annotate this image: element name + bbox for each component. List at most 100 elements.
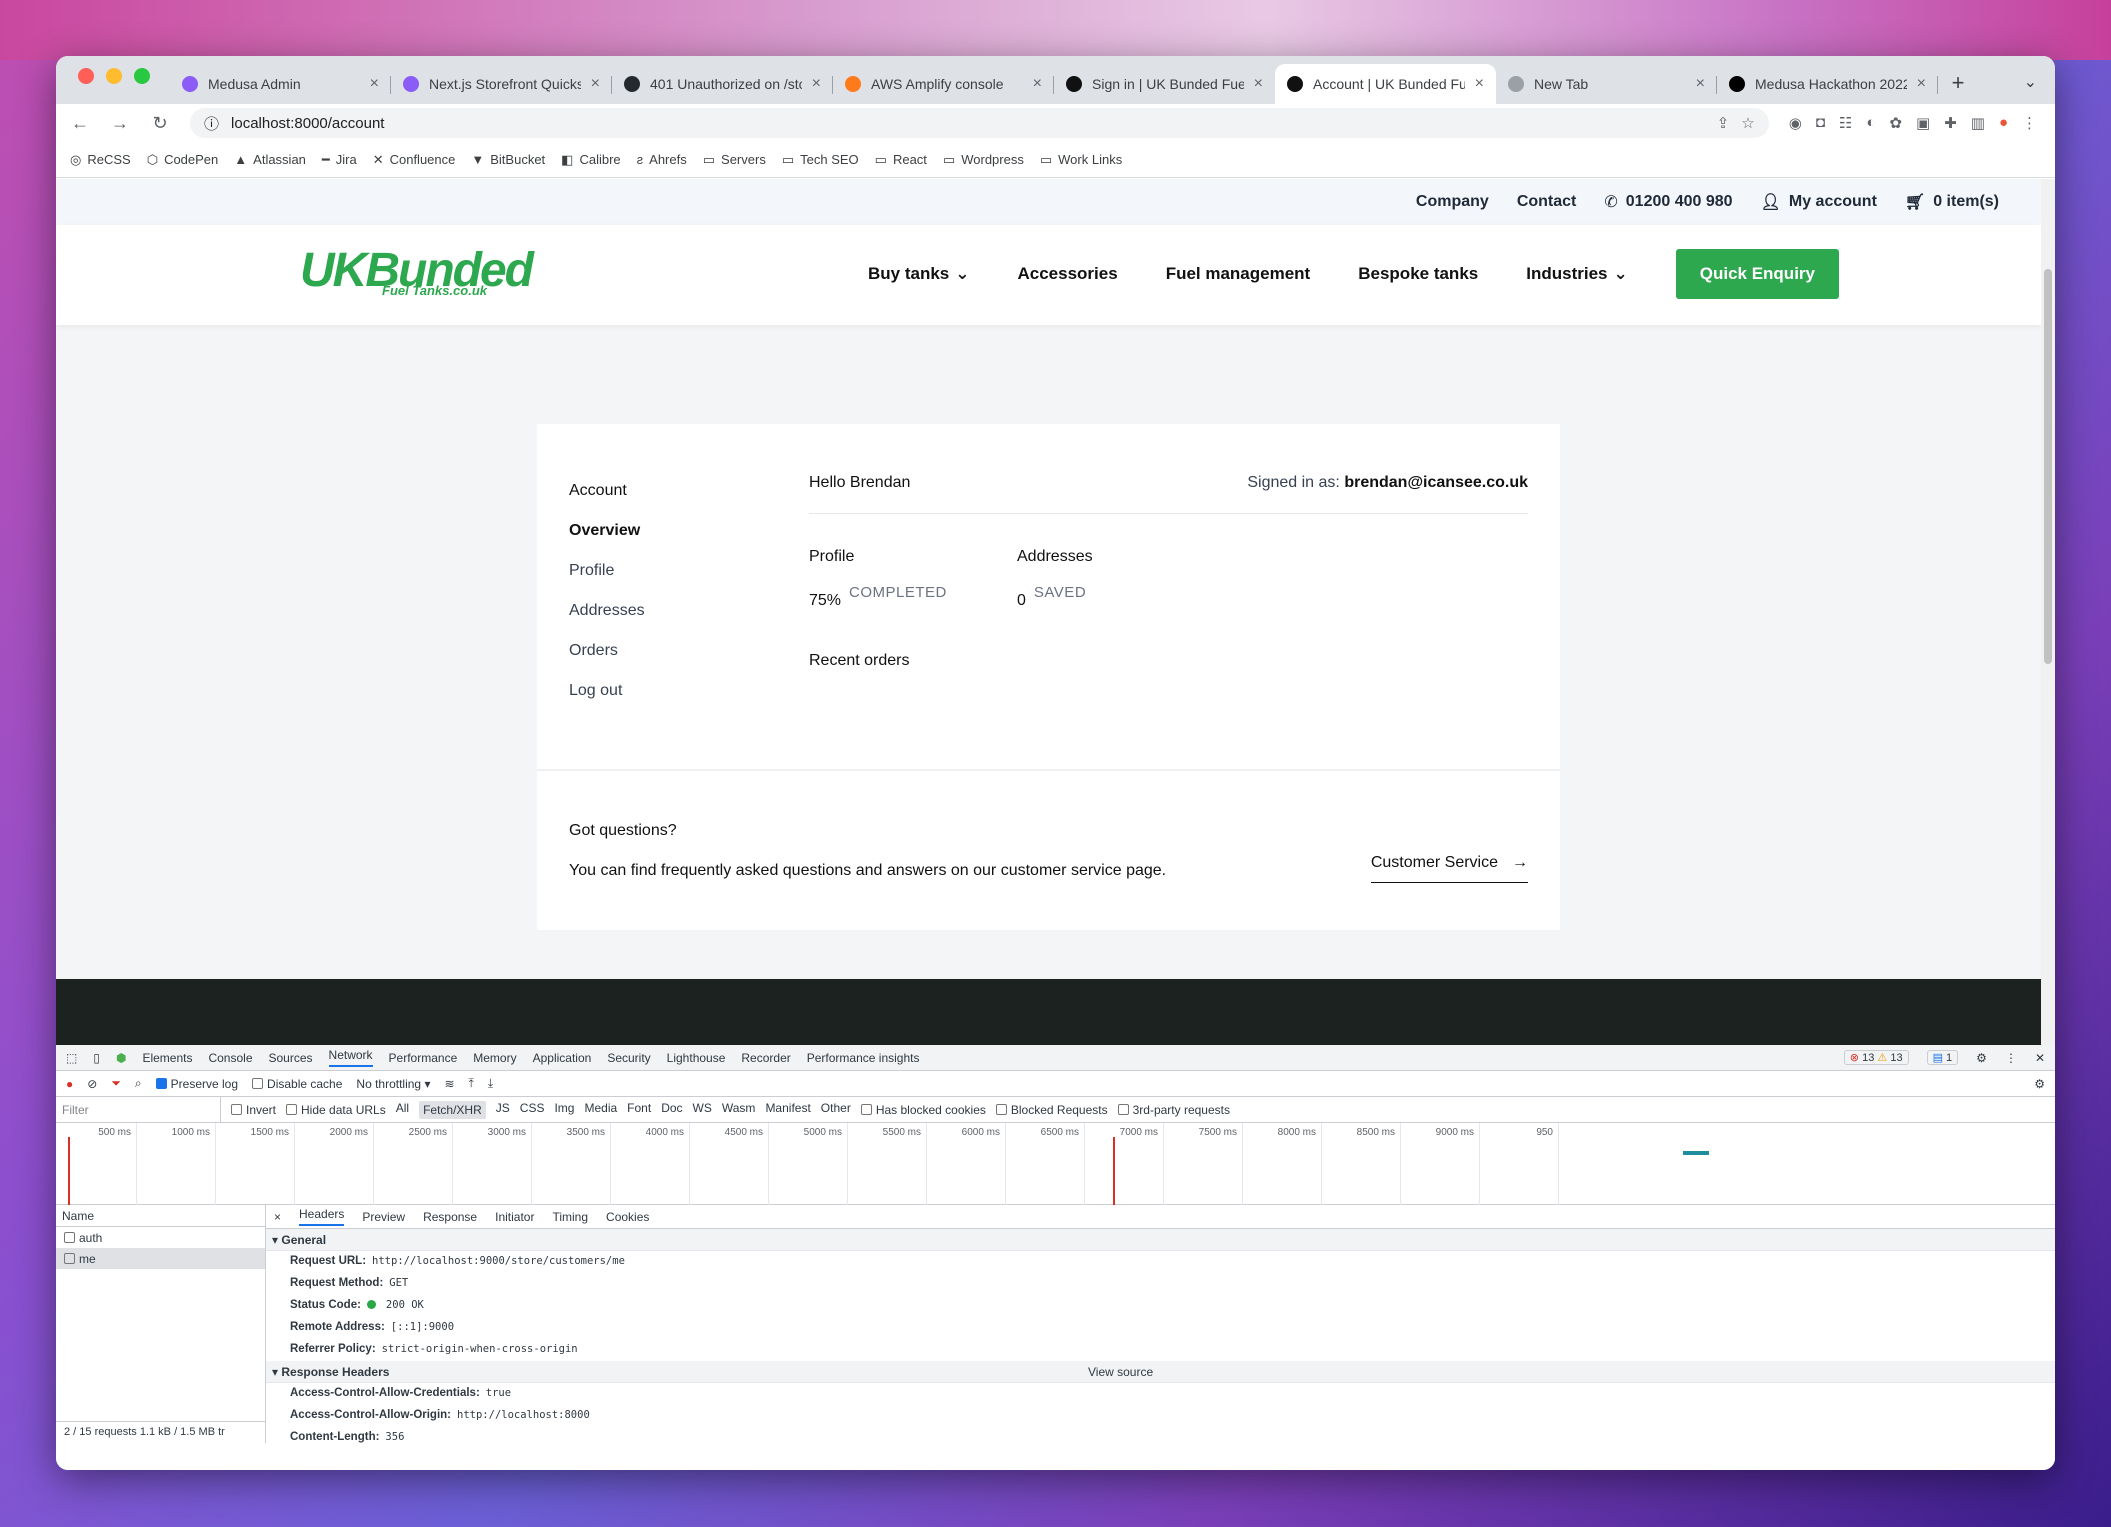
reload-icon[interactable]: ↻: [150, 113, 170, 134]
type-filter-font[interactable]: Font: [627, 1101, 651, 1119]
close-tab-icon[interactable]: ×: [591, 75, 600, 93]
devtools-tab-lighthouse[interactable]: Lighthouse: [667, 1051, 726, 1065]
detail-tab-timing[interactable]: Timing: [552, 1210, 588, 1224]
filter-icon[interactable]: ⏷: [111, 1076, 121, 1091]
devtools-tab-application[interactable]: Application: [533, 1051, 592, 1065]
camera-icon[interactable]: ◘: [1816, 114, 1825, 132]
third-party-checkbox[interactable]: 3rd-party requests: [1117, 1103, 1230, 1117]
throttling-select[interactable]: No throttling ▾: [356, 1077, 430, 1091]
cart-link[interactable]: 🛒︎ 0 item(s): [1905, 192, 1999, 212]
css-extension-icon[interactable]: ☷: [1839, 114, 1852, 132]
bookmark-item[interactable]: ◧ Calibre: [561, 152, 620, 168]
my-account-link[interactable]: 👤︎ My account: [1761, 192, 1877, 212]
grammarly-icon[interactable]: ◐: [1866, 114, 1875, 132]
network-timeline[interactable]: 500 ms 1000 ms 1500 ms 2000 ms 2500 ms 3000 m…: [56, 1123, 2055, 1205]
devtools-tab-performance-insights[interactable]: Performance insights: [807, 1051, 920, 1065]
type-filter-other[interactable]: Other: [821, 1101, 851, 1119]
url-input[interactable]: ⓘ localhost:8000/account ⇪ ☆: [190, 108, 1769, 138]
browser-tab[interactable]: AWS Amplify console ×: [833, 64, 1054, 104]
minimize-window-button[interactable]: [106, 68, 122, 84]
devtools-tab-elements[interactable]: Elements: [142, 1051, 192, 1065]
close-details-icon[interactable]: ×: [274, 1210, 281, 1224]
preserve-log-checkbox[interactable]: Preserve log: [155, 1077, 238, 1091]
close-tab-icon[interactable]: ×: [1475, 75, 1484, 93]
search-icon[interactable]: ⌕: [135, 1076, 142, 1091]
type-filter-css[interactable]: CSS: [520, 1101, 545, 1119]
devtools-tab-recorder[interactable]: Recorder: [741, 1051, 790, 1065]
record-icon[interactable]: ●: [66, 1077, 73, 1091]
bookmark-item[interactable]: ⬡ CodePen: [147, 152, 219, 168]
close-tab-icon[interactable]: ×: [1033, 75, 1042, 93]
invert-checkbox[interactable]: Invert: [231, 1103, 276, 1117]
sidebar-item-orders[interactable]: Orders: [569, 642, 645, 682]
bookmark-item[interactable]: ━ Jira: [322, 152, 357, 168]
message-count[interactable]: ▤ 1: [1926, 1050, 1959, 1065]
network-settings-icon[interactable]: ⚙: [2034, 1077, 2055, 1091]
phone-link[interactable]: ✆ 01200 400 980: [1604, 192, 1732, 212]
devtools-menu-icon[interactable]: ⋮: [2005, 1051, 2017, 1065]
bookmark-star-icon[interactable]: ☆: [1741, 114, 1754, 132]
name-column-header[interactable]: Name: [56, 1205, 265, 1227]
devtools-extension-icon[interactable]: ▣: [1916, 114, 1930, 132]
menu-icon[interactable]: ⋮: [2022, 114, 2037, 132]
blocked-requests-checkbox[interactable]: Blocked Requests: [995, 1103, 1108, 1117]
response-headers-section-header[interactable]: ▾ Response Headers View source: [266, 1361, 2055, 1383]
nav-buy-tanks[interactable]: Buy tanks ⌄: [868, 264, 970, 284]
detail-tab-headers[interactable]: Headers: [299, 1207, 345, 1226]
nav-accessories[interactable]: Accessories: [1018, 264, 1118, 284]
devtools-tab-memory[interactable]: Memory: [473, 1051, 516, 1065]
puzzle-icon[interactable]: ✚: [1944, 114, 1957, 132]
type-filter-js[interactable]: JS: [496, 1101, 510, 1119]
sidebar-item-log-out[interactable]: Log out: [569, 682, 645, 722]
browser-tab[interactable]: Medusa Hackathon 2022: P ×: [1717, 64, 1938, 104]
bookmark-item[interactable]: ▭ React: [875, 152, 927, 168]
nav-bespoke-tanks[interactable]: Bespoke tanks: [1358, 264, 1478, 284]
info-icon[interactable]: ⓘ: [204, 113, 219, 134]
browser-tab[interactable]: New Tab ×: [1496, 64, 1717, 104]
detail-tab-initiator[interactable]: Initiator: [495, 1210, 534, 1224]
browser-tab[interactable]: Next.js Storefront Quickstar ×: [391, 64, 612, 104]
detail-tab-response[interactable]: Response: [423, 1210, 477, 1224]
extension-icon[interactable]: ✿: [1889, 114, 1902, 132]
browser-tab[interactable]: Account | UK Bunded Fuel T ×: [1275, 64, 1496, 104]
blocked-cookies-checkbox[interactable]: Has blocked cookies: [860, 1103, 986, 1117]
browser-tab[interactable]: Medusa Admin ×: [170, 64, 391, 104]
type-filter-manifest[interactable]: Manifest: [765, 1101, 810, 1119]
back-icon[interactable]: ←: [70, 113, 90, 134]
devtools-tab-network[interactable]: Network: [328, 1048, 373, 1067]
sidebar-icon[interactable]: ▥: [1971, 114, 1985, 132]
view-source-link[interactable]: View source: [1088, 1365, 1153, 1379]
hide-data-urls-checkbox[interactable]: Hide data URLs: [286, 1103, 386, 1117]
inspect-icon[interactable]: ⬚: [66, 1051, 77, 1065]
browser-tab[interactable]: Sign in | UK Bunded Fuel Ta ×: [1054, 64, 1275, 104]
network-conditions-icon[interactable]: ≋: [444, 1077, 454, 1091]
nav-fuel-management[interactable]: Fuel management: [1166, 264, 1311, 284]
password-manager-icon[interactable]: ◉: [1789, 114, 1802, 132]
bookmark-item[interactable]: ✕ Confluence: [373, 152, 456, 168]
filter-input[interactable]: Filter: [56, 1096, 221, 1123]
detail-tab-preview[interactable]: Preview: [362, 1210, 405, 1224]
devtools-tab-security[interactable]: Security: [607, 1051, 650, 1065]
share-icon[interactable]: ⇪: [1717, 114, 1730, 132]
close-tab-icon[interactable]: ×: [1254, 75, 1263, 93]
detail-tab-cookies[interactable]: Cookies: [606, 1210, 649, 1224]
close-tab-icon[interactable]: ×: [1696, 75, 1705, 93]
close-devtools-icon[interactable]: ✕: [2035, 1051, 2045, 1065]
nav-industries[interactable]: Industries ⌄: [1526, 264, 1628, 284]
request-row[interactable]: auth: [56, 1227, 265, 1248]
bookmark-item[interactable]: ▭ Servers: [703, 152, 766, 168]
type-filter-ws[interactable]: WS: [693, 1101, 712, 1119]
sidebar-item-profile[interactable]: Profile: [569, 562, 645, 602]
request-row[interactable]: me: [56, 1248, 265, 1269]
type-filter-fetchxhr[interactable]: Fetch/XHR: [419, 1100, 486, 1119]
devtools-tab-performance[interactable]: Performance: [389, 1051, 458, 1065]
bookmark-item[interactable]: ▭ Tech SEO: [782, 152, 859, 168]
import-icon[interactable]: ⤒: [469, 1076, 474, 1091]
sidebar-item-addresses[interactable]: Addresses: [569, 602, 645, 642]
clear-icon[interactable]: ⊘: [87, 1077, 97, 1091]
close-tab-icon[interactable]: ×: [812, 75, 821, 93]
company-link[interactable]: Company: [1416, 193, 1489, 211]
close-tab-icon[interactable]: ×: [1917, 75, 1926, 93]
bookmark-item[interactable]: ƨ Ahrefs: [637, 152, 687, 167]
page-scrollbar[interactable]: [2041, 179, 2055, 1045]
